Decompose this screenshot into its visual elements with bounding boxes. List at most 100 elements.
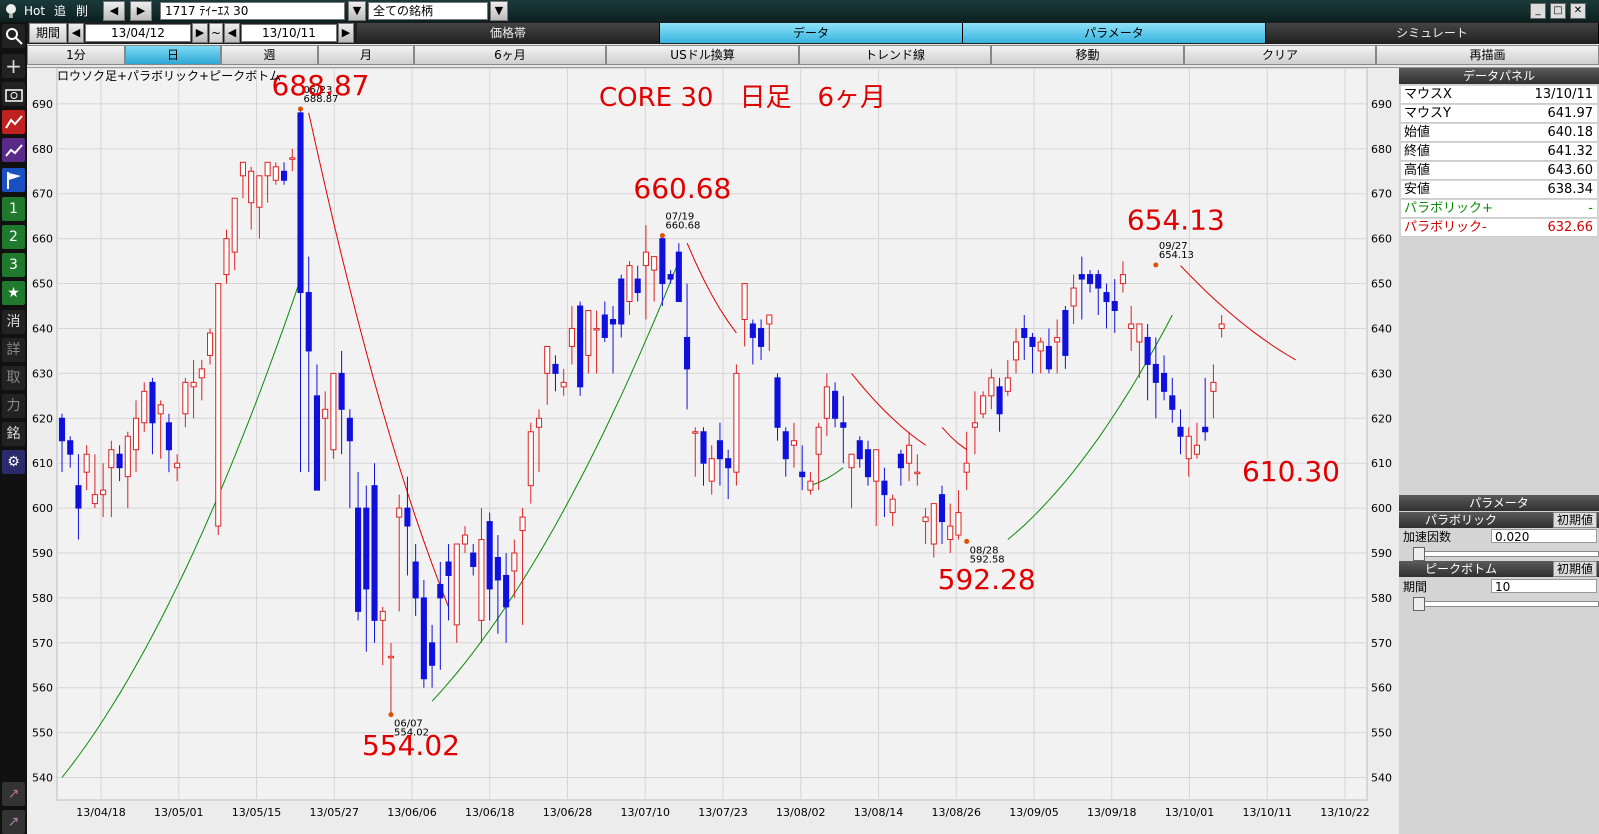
candle-body	[527, 431, 534, 487]
interval-day-button[interactable]: 日	[125, 45, 221, 65]
close-icon[interactable]: ✕	[1570, 3, 1586, 19]
tab-price-band[interactable]: 価格帯	[357, 23, 660, 43]
data-row-value: 632.66	[1547, 220, 1594, 235]
period-bar: 期間 ◀ 13/04/12 ▶ ~ ◀ 13/10/11 ▶ 価格帯 データ パ…	[27, 22, 1599, 44]
y-tick-label-right: 570	[1371, 637, 1392, 650]
chart-small-icon[interactable]: ↗	[2, 782, 25, 806]
preset-3-button[interactable]: 3	[2, 253, 25, 277]
stock-button[interactable]: 銘	[2, 422, 25, 446]
crosshair-icon[interactable]: +	[2, 54, 25, 78]
candle-body	[947, 525, 954, 541]
input-button[interactable]: 力	[2, 394, 25, 418]
candle-body	[741, 283, 748, 320]
fetch-button[interactable]: 取	[2, 366, 25, 390]
candle-body	[412, 561, 419, 599]
next-stock-button[interactable]: ▶	[130, 1, 152, 21]
x-tick-label: 13/05/27	[310, 806, 359, 819]
code-dropdown-icon[interactable]: ▼	[348, 1, 366, 21]
range-6month-button[interactable]: 6ヶ月	[414, 45, 606, 65]
parabolic-reset-button[interactable]: 初期値	[1552, 512, 1597, 528]
accel-label: 加速因数	[1403, 530, 1452, 544]
y-tick-label-left: 550	[32, 727, 53, 740]
from-next-icon[interactable]: ▶	[192, 23, 208, 43]
accel-slider-handle[interactable]	[1413, 547, 1425, 561]
candle-body	[815, 426, 822, 455]
peak-period-input[interactable]: 10	[1491, 579, 1597, 594]
data-row-label: 高値	[1404, 163, 1431, 178]
y-tick-label-right: 590	[1371, 547, 1392, 560]
accel-slider[interactable]	[1413, 547, 1599, 561]
clear-button[interactable]: クリア	[1184, 45, 1376, 65]
candle-body	[231, 197, 238, 253]
erase-button[interactable]: 消	[2, 310, 25, 334]
usd-convert-button[interactable]: USドル換算	[606, 45, 799, 65]
candle-body	[774, 377, 781, 428]
candle-body	[856, 440, 863, 460]
maximize-icon[interactable]: □	[1550, 3, 1566, 19]
candle-body	[963, 462, 970, 473]
to-next-icon[interactable]: ▶	[338, 23, 354, 43]
candle-body	[1078, 274, 1085, 280]
y-tick-label-right: 640	[1371, 322, 1392, 335]
to-prev-icon[interactable]: ◀	[224, 23, 240, 43]
candlestick-chart[interactable]: 540 550 560 570 580 590 600 610 620 630 640 650 660 6…	[27, 68, 1399, 834]
candle-body	[996, 386, 1003, 415]
peak-reset-button[interactable]: 初期値	[1552, 561, 1597, 577]
y-tick-label-left: 670	[32, 188, 53, 201]
move-button[interactable]: 移動	[991, 45, 1184, 65]
preset-1-button[interactable]: 1	[2, 197, 25, 221]
stock-code-field[interactable]: 1717 ﾃｲｰｴｽ 30	[160, 2, 345, 20]
interval-month-button[interactable]: 月	[318, 45, 414, 65]
interval-bar: 1分 日 週 月 6ヶ月 USドル換算 トレンド線 移動 クリア 再描画	[27, 44, 1599, 68]
tab-simulate[interactable]: シミュレート	[1266, 23, 1599, 43]
hot-button[interactable]: Hot	[24, 1, 45, 21]
preset-2-button[interactable]: 2	[2, 225, 25, 249]
interval-week-button[interactable]: 週	[221, 45, 318, 65]
gear-icon[interactable]: ⚙	[2, 450, 25, 474]
stock-filter-select[interactable]: 全ての銘柄	[368, 2, 488, 20]
minimize-icon[interactable]: _	[1530, 3, 1546, 19]
candle-body	[371, 485, 378, 621]
delete-button[interactable]: 削	[76, 1, 88, 21]
from-prev-icon[interactable]: ◀	[68, 23, 84, 43]
x-tick-label: 13/05/01	[154, 806, 203, 819]
candle-body	[749, 323, 756, 338]
lightbulb-icon[interactable]	[4, 3, 18, 19]
trendline-button[interactable]: トレンド線	[799, 45, 991, 65]
parabolic-section: パラボリック 初期値	[1399, 512, 1599, 528]
interval-1min-button[interactable]: 1分	[27, 45, 125, 65]
chart2-small-icon[interactable]: ↗	[2, 810, 25, 834]
filter-dropdown-icon[interactable]: ▼	[490, 1, 508, 21]
prev-stock-button[interactable]: ◀	[103, 1, 125, 21]
tab-parameter[interactable]: パラメータ	[963, 23, 1266, 43]
candle-body	[272, 166, 279, 181]
candle-body	[470, 552, 477, 567]
candle-body	[577, 305, 584, 388]
y-tick-label-left: 600	[32, 502, 53, 515]
x-tick-label: 13/08/14	[854, 806, 903, 819]
candle-body	[239, 161, 246, 177]
chart2-icon[interactable]	[2, 138, 25, 162]
magnify-icon[interactable]	[2, 24, 25, 48]
price-annotation: 554.02	[362, 729, 460, 762]
candle-body	[100, 489, 107, 496]
chart-area[interactable]: 540 550 560 570 580 590 600 610 620 630 640 650 660 6…	[27, 68, 1399, 834]
candle-body	[906, 444, 913, 464]
candle-body	[848, 453, 855, 469]
from-date-field[interactable]: 13/04/12	[85, 24, 191, 42]
flag-icon[interactable]	[2, 168, 25, 192]
camera-icon[interactable]	[2, 82, 25, 106]
star-icon[interactable]: ★	[2, 281, 25, 305]
candle-body	[1218, 323, 1225, 329]
add-button[interactable]: 追	[54, 1, 66, 21]
period-slider-handle[interactable]	[1413, 597, 1425, 611]
tab-data[interactable]: データ	[660, 23, 963, 43]
period-slider[interactable]	[1413, 597, 1599, 611]
chart-icon[interactable]	[2, 110, 25, 134]
to-date-field[interactable]: 13/10/11	[241, 24, 337, 42]
accel-input[interactable]: 0.020	[1491, 529, 1597, 544]
redraw-button[interactable]: 再描画	[1376, 45, 1599, 65]
tilde-label: ~	[209, 23, 223, 43]
candle-body	[593, 327, 600, 331]
detail-button[interactable]: 詳	[2, 338, 25, 362]
